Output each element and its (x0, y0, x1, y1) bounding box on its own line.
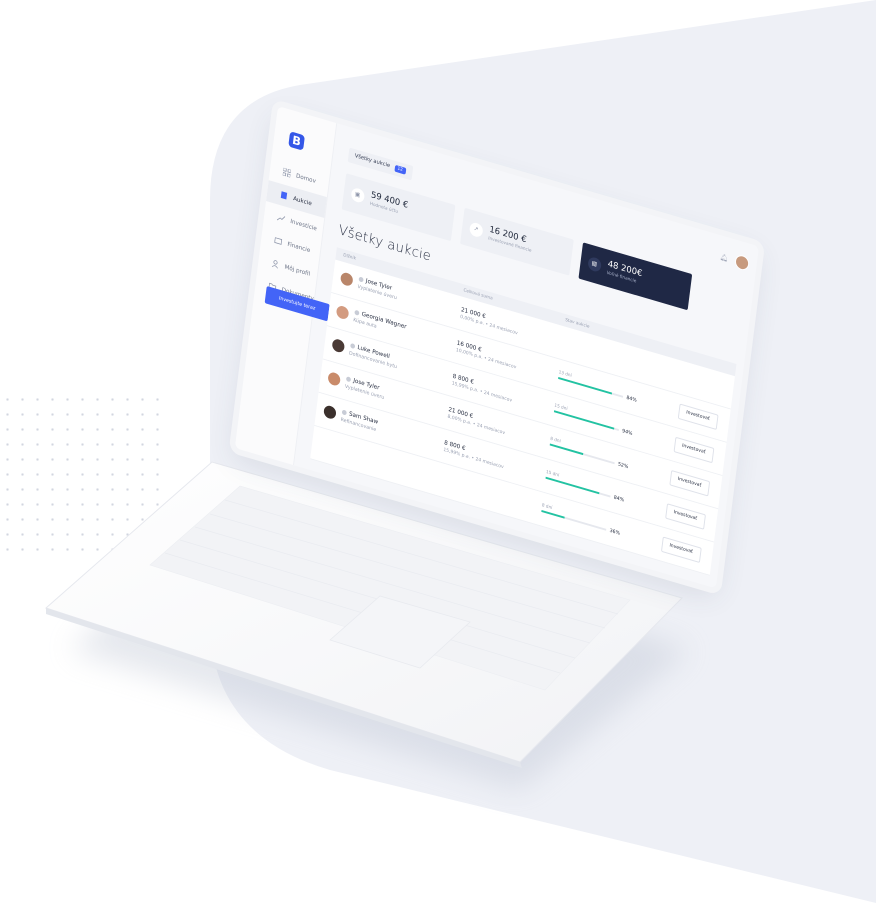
building-icon (280, 191, 288, 201)
topbar-icons: 🔔︎ (719, 249, 750, 272)
avatar (339, 271, 354, 288)
invest-button[interactable]: Investovať (677, 402, 719, 430)
tab-label: Všetky aukcie (354, 153, 391, 170)
status-dot (341, 409, 347, 416)
logo[interactable]: B (288, 131, 305, 151)
user-avatar[interactable] (733, 253, 750, 272)
avatar (322, 404, 337, 421)
avatar (331, 337, 345, 354)
invest-button[interactable]: Investovať (673, 436, 715, 463)
status-dot (358, 276, 364, 283)
status-dot (353, 309, 360, 316)
sidebar-item-label: Môj profil (284, 263, 311, 278)
sidebar-item-label: Domov (295, 171, 317, 185)
status-dot (349, 342, 355, 349)
avatar (327, 370, 341, 387)
invest-button[interactable]: Investovať (664, 502, 706, 530)
grid-icon (282, 167, 292, 178)
trend-icon: ↗ (468, 220, 484, 238)
wallet-icon (274, 236, 283, 246)
status-dot (345, 376, 351, 383)
card-icon: ▤ (587, 255, 602, 273)
wallet-icon: ▣ (350, 186, 365, 204)
user-icon (271, 259, 279, 269)
sidebar-item-label: Financie (287, 240, 311, 254)
invest-button[interactable]: Investovať (669, 469, 710, 496)
tab-vsetky-aukcie[interactable]: Všetky aukcie 12 (347, 146, 413, 180)
invest-button[interactable]: Investovať (660, 535, 702, 563)
bell-icon[interactable]: 🔔︎ (720, 252, 729, 262)
tab-count-badge: 12 (394, 164, 406, 175)
sidebar-item-label: Investície (289, 217, 318, 232)
trend-icon (276, 213, 286, 223)
avatar (335, 304, 350, 321)
sidebar-item-label: Aukcie (292, 194, 313, 207)
